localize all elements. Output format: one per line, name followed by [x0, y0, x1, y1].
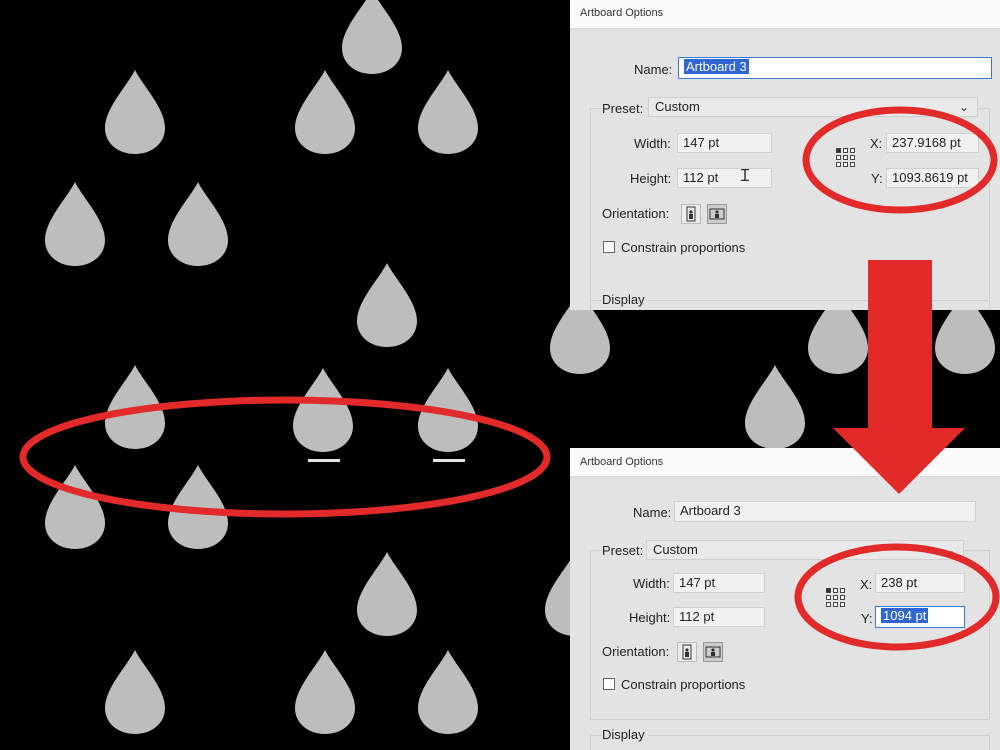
- raindrop-shape: [45, 465, 105, 549]
- raindrop-shape: [168, 182, 228, 266]
- x-input[interactable]: 238 pt: [875, 573, 965, 593]
- raindrop-shape: [45, 182, 105, 266]
- raindrop-shape: [295, 650, 355, 734]
- name-input-selected-text: Artboard 3: [684, 59, 749, 74]
- display-group: [590, 300, 990, 310]
- edge-sliver: [433, 459, 465, 462]
- landscape-orientation-icon[interactable]: [707, 204, 727, 224]
- width-label: Width:: [634, 136, 671, 151]
- y-label: Y:: [861, 611, 873, 626]
- preset-dropdown[interactable]: Custom ⌄: [648, 97, 978, 117]
- raindrop-shape: [168, 465, 228, 549]
- portrait-orientation-icon[interactable]: [681, 204, 701, 224]
- height-label: Height:: [629, 610, 671, 625]
- height-input[interactable]: 112 pt: [677, 168, 772, 188]
- text-cursor-icon: Ｉ: [737, 166, 754, 185]
- display-label: Display: [602, 727, 648, 742]
- display-group: [590, 735, 990, 750]
- constrain-proportions-checkbox[interactable]: [603, 678, 615, 690]
- raindrop-shape: [105, 650, 165, 734]
- name-label: Name:: [633, 505, 672, 520]
- name-label: Name:: [634, 62, 673, 77]
- height-input[interactable]: 112 pt: [673, 607, 765, 627]
- preset-dropdown[interactable]: Custom ⌄: [646, 540, 964, 560]
- orientation-label: Orientation:: [602, 644, 670, 659]
- dialog-title: Artboard Options: [580, 7, 664, 19]
- artboard-options-dialog-before: Artboard Options Name: Artboard 3 Preset…: [570, 0, 1000, 310]
- dialog-title: Artboard Options: [580, 456, 664, 468]
- raindrop-shape: [418, 368, 478, 452]
- raindrop-shape: [418, 650, 478, 734]
- height-label: Height:: [630, 171, 672, 186]
- raindrop-shape: [357, 263, 417, 347]
- width-input[interactable]: 147 pt: [673, 573, 765, 593]
- dialog-titlebar: Artboard Options: [570, 448, 1000, 477]
- y-label: Y:: [871, 171, 883, 186]
- preset-value: Custom: [653, 542, 698, 557]
- chevron-down-icon: ⌄: [944, 543, 955, 557]
- name-input[interactable]: Artboard 3: [678, 57, 992, 79]
- width-input[interactable]: 147 pt: [677, 133, 772, 153]
- preset-label: Preset:: [602, 543, 647, 558]
- reference-point-grid-icon[interactable]: [836, 148, 858, 170]
- raindrop-shape: [105, 70, 165, 154]
- raindrop-shape: [357, 552, 417, 636]
- name-input[interactable]: Artboard 3: [674, 501, 976, 522]
- x-label: X:: [870, 136, 883, 151]
- misaligned-edge-slivers: [308, 459, 465, 462]
- orientation-label: Orientation:: [602, 206, 670, 221]
- width-label: Width:: [633, 576, 670, 591]
- x-input[interactable]: 237.9168 pt: [886, 133, 979, 153]
- display-label: Display: [602, 292, 648, 307]
- x-label: X:: [860, 577, 873, 592]
- raindrop-shape: [418, 70, 478, 154]
- edge-sliver: [308, 459, 340, 462]
- raindrop-shape: [295, 70, 355, 154]
- raindrop-shape: [745, 365, 805, 449]
- raindrop-shape: [293, 368, 353, 452]
- landscape-orientation-icon[interactable]: [703, 642, 723, 662]
- artboard-options-dialog-after: Artboard Options Name: Artboard 3 Preset…: [570, 448, 1000, 750]
- screenshot-stage: Artboard Options Name: Artboard 3 Preset…: [0, 0, 1000, 750]
- reference-point-grid-icon[interactable]: [826, 588, 848, 610]
- preset-value: Custom: [655, 99, 700, 114]
- portrait-orientation-icon[interactable]: [677, 642, 697, 662]
- raindrop-shape: [342, 0, 402, 74]
- constrain-proportions-label: Constrain proportions: [621, 677, 746, 692]
- y-input-selected-text: 1094 pt: [881, 608, 929, 623]
- raindrop-shape: [105, 365, 165, 449]
- dialog-titlebar: Artboard Options: [570, 0, 1000, 29]
- chevron-down-icon: ⌄: [958, 100, 969, 114]
- preset-label: Preset:: [602, 101, 647, 116]
- y-input[interactable]: 1093.8619 pt: [886, 168, 979, 188]
- constrain-proportions-checkbox[interactable]: [603, 241, 615, 253]
- constrain-proportions-label: Constrain proportions: [621, 240, 746, 255]
- y-input[interactable]: 1094 pt: [875, 606, 965, 628]
